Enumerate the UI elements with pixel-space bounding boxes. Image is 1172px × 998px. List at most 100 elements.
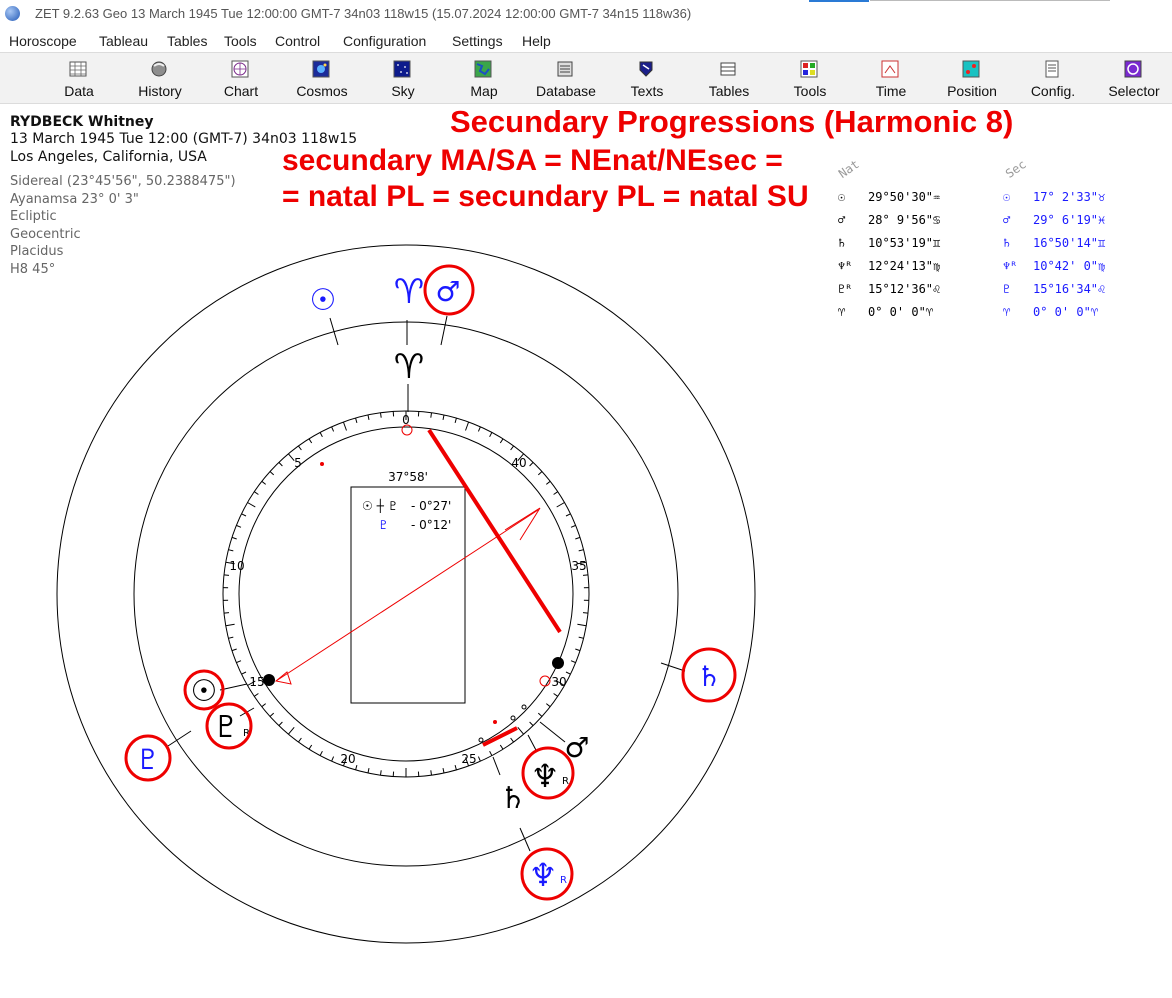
dial-tick [565,671,571,675]
dial-tick [556,502,565,508]
dial-tick [454,417,457,424]
dial-tick [545,480,551,485]
dial-tick [231,536,237,540]
dial-tick [254,491,259,495]
dial-tick [231,648,237,652]
dial-tick [570,660,576,664]
tick-label-40: 40 [511,456,526,470]
nat-sun-glyph[interactable]: ☉ [191,674,218,709]
midpoint-orb-1: - 0°27' [411,499,451,513]
dial-tick [308,438,313,444]
dial-tick [269,712,275,717]
dial-tick [454,764,457,771]
connector-line [440,315,448,346]
connector-line [527,734,538,753]
dial-tick [537,471,543,476]
planet-marker [552,657,564,669]
nat-neptune-glyph[interactable]: ♆ [531,757,560,795]
connector-line [539,721,566,743]
dial-pointer-label: 37°58' [388,470,428,484]
dial-tick [499,438,504,444]
tick-label-30: 30 [551,675,566,689]
dial-tick [236,660,242,664]
tick-label-20: 20 [340,752,355,766]
tick-label-15: 15 [249,675,264,689]
tick-label-35: 35 [571,559,586,573]
dial-tick [225,623,235,627]
sec-neptune-glyph[interactable]: ♆ [529,856,558,894]
dial-tick [517,726,524,735]
planet-marker [263,674,275,686]
dial-tick [465,421,470,431]
planet-marker [510,715,516,721]
dial-tick [537,712,543,717]
dial-tick [308,744,313,750]
dial-tick [577,623,587,627]
dial-tick [489,432,493,438]
dial-tick [477,756,481,762]
dial-tick [582,574,589,576]
dial-tick [575,536,581,540]
dial-tick [331,426,335,432]
dial-tick [553,693,558,697]
dial-tick [575,648,581,652]
sec-sun-glyph[interactable]: ☉ [310,283,337,318]
connector-line [660,662,686,672]
sec-saturn-glyph[interactable]: ♄ [696,660,721,693]
dial-tick [297,737,302,743]
dial-tick [254,693,259,697]
sec-aries-glyph[interactable]: ♈ [394,272,424,312]
sec-neptune-retro: R [560,875,567,886]
midpoint-symbols-2: ♇ [378,518,389,532]
planet-marker [521,704,527,710]
nat-aries-glyph[interactable]: ♈ [394,347,424,387]
dial-tick [578,549,584,552]
dial-tick [331,756,335,762]
dial-tick [477,426,481,432]
dial-tick [367,767,370,774]
sec-pluto-glyph[interactable]: ♇ [135,743,160,776]
nat-saturn-glyph[interactable]: ♄ [500,781,527,816]
dial-tick [319,432,323,438]
tick-label-25: 25 [461,752,476,766]
annotation-bar [482,726,518,747]
dial-tick [247,502,256,508]
dial-tick [430,770,432,776]
dial-pointer-tail [274,671,292,685]
dial-tick [510,445,515,451]
dial-tick [261,703,267,708]
dial-tick [442,767,445,774]
dial-tick [380,770,382,776]
dial-tick [236,524,242,528]
dial-tick [367,414,370,420]
harmonic-dial-chart[interactable]: 0 5 10 15 20 25 30 35 40 37°58' ☉ ┼ ♇ - … [0,0,1172,998]
dial-tick [288,726,295,735]
dial-tick [510,737,515,743]
planet-marker [493,720,497,724]
dial-tick [582,612,589,614]
nat-pluto-glyph[interactable]: ♇ [213,710,240,745]
dial-tick [545,703,551,708]
dial-tick [529,462,534,467]
dial-tick [380,412,382,418]
planet-marker [320,462,324,466]
dial-tick [241,513,247,517]
dial-tick [278,721,283,726]
dial-pointer-arrowhead [504,507,541,541]
sec-mars-glyph[interactable]: ♂ [435,275,460,308]
tick-label-5: 5 [294,456,302,470]
tick-label-10: 10 [229,559,244,573]
dial-tick [319,750,323,756]
dial-tick [342,421,347,431]
dial-tick [269,471,275,476]
dial-tick [489,750,493,756]
dial-tick [355,417,358,424]
dial-tick [565,513,571,517]
dial-tick [553,491,558,495]
planet-marker [478,737,484,743]
connector-line [329,317,339,346]
dial-tick [241,671,247,675]
dial-tick [578,636,584,639]
connector-line [492,756,501,776]
dial-tick [297,445,302,451]
